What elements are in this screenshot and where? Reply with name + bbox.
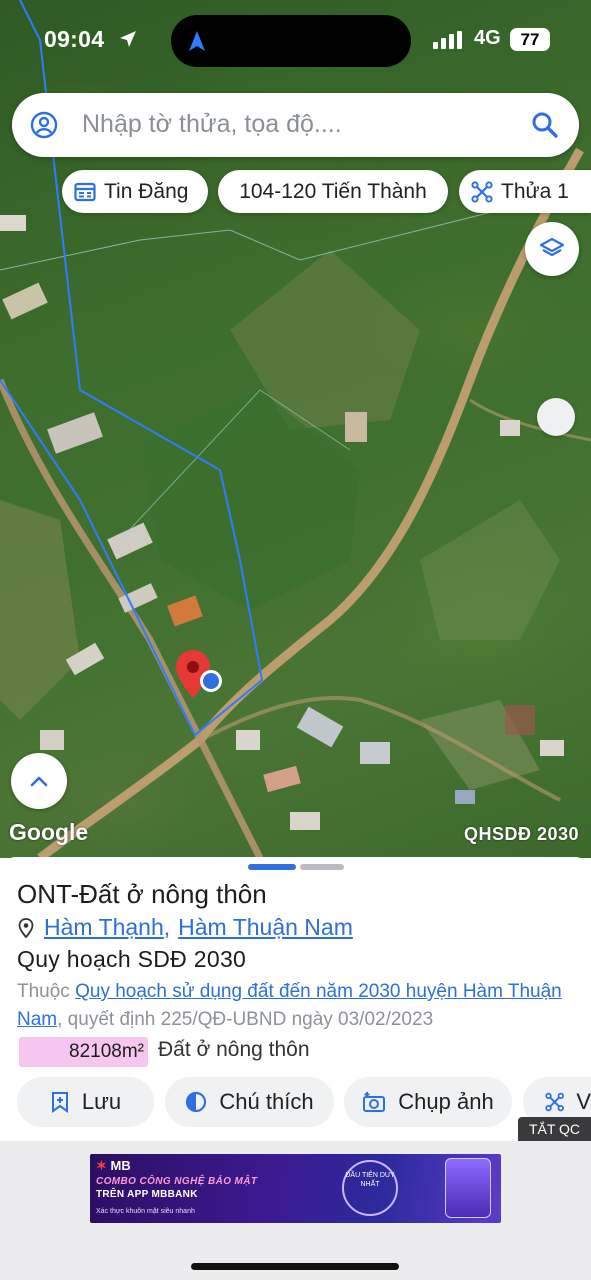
network-type: 4G — [474, 27, 501, 49]
dynamic-island — [171, 15, 411, 67]
status-time: 09:04 — [44, 26, 105, 52]
search-icon[interactable] — [531, 111, 559, 139]
google-attribution: Google — [9, 819, 89, 845]
district-link[interactable]: Hàm Thuận Nam — [178, 914, 353, 941]
location-services-icon — [120, 31, 136, 47]
capture-button-label: Chụp ảnh — [398, 1089, 494, 1114]
save-button[interactable]: Lưu — [17, 1077, 154, 1127]
ad-area: ✶ MB COMBO CÔNG NGHỆ BẢO MẬT TRÊN APP MB… — [0, 1141, 591, 1280]
expand-sheet-button[interactable] — [11, 753, 67, 809]
ad-seal: ĐẦU TIÊN DUY NHẤT — [342, 1160, 398, 1216]
chip-tin-dang-label: Tin Đăng — [104, 179, 189, 203]
land-use-title: ONT-Đất ở nông thôn — [17, 879, 267, 909]
chip-tin-dang[interactable]: Tin Đăng — [62, 170, 208, 213]
ad-headline: COMBO CÔNG NGHỆ BẢO MẬT — [96, 1176, 258, 1187]
ad-subheadline: TRÊN APP MBBANK — [96, 1189, 198, 1200]
camera-add-icon — [363, 1092, 386, 1112]
measure-button-label: V — [576, 1089, 591, 1114]
signal-strength-icon — [433, 31, 462, 49]
legend-button[interactable]: Chú thích — [165, 1077, 334, 1127]
plan-title: Quy hoạch SDĐ 2030 — [17, 946, 247, 972]
chevron-up-icon — [30, 776, 48, 787]
layers-icon — [539, 237, 565, 257]
navigation-arrow-icon — [189, 31, 205, 51]
battery-level: 77 — [510, 28, 550, 51]
listing-icon — [74, 182, 96, 201]
legend-button-label: Chú thích — [219, 1089, 314, 1114]
close-ads-button[interactable]: TẮT QC — [518, 1117, 591, 1141]
sheet-page-indicator-active[interactable] — [248, 864, 296, 870]
bookmark-add-icon — [51, 1092, 68, 1113]
shield-icon — [445, 1158, 491, 1218]
home-indicator[interactable] — [191, 1263, 399, 1270]
capture-button[interactable]: Chụp ảnh — [344, 1077, 512, 1127]
ad-brand: ✶ MB — [96, 1158, 131, 1173]
parcel-info-sheet: ONT-Đất ở nông thôn Hàm Thạnh , Hàm Thuậ… — [0, 857, 591, 1140]
search-bar[interactable]: Nhập tờ thửa, tọa độ.... — [12, 93, 579, 157]
sheet-page-indicator[interactable] — [300, 864, 344, 870]
account-icon[interactable] — [30, 111, 58, 139]
commune-link[interactable]: Hàm Thạnh — [44, 914, 164, 941]
area-badge: 82108m² — [19, 1037, 148, 1067]
ad-caption: Xác thực khuôn mặt siêu nhanh — [96, 1208, 195, 1215]
location-separator: , — [163, 914, 171, 940]
search-input[interactable]: Nhập tờ thửa, tọa độ.... — [82, 110, 342, 139]
parcel-measure-icon — [471, 180, 493, 203]
status-bar: 09:04 4G 77 — [0, 0, 591, 80]
map-control-button[interactable] — [537, 398, 575, 436]
location-marker-icon — [18, 917, 34, 938]
location-row: Hàm Thạnh , Hàm Thuận Nam — [18, 914, 353, 941]
chip-sheet-range[interactable]: 104-120 Tiến Thành — [218, 170, 448, 213]
measure-icon — [545, 1092, 564, 1112]
map-layers-button[interactable] — [525, 222, 579, 276]
chip-thua[interactable]: Thửa 1 — [459, 170, 591, 213]
chip-thua-label: Thửa 1 — [501, 179, 569, 203]
plan-desc-suffix: , quyết định 225/QĐ-UBND ngày 03/02/2023 — [57, 1009, 434, 1030]
contrast-icon — [186, 1091, 207, 1113]
save-button-label: Lưu — [81, 1089, 122, 1114]
area-land-type: Đất ở nông thôn — [158, 1038, 310, 1061]
chip-sheet-range-label: 104-120 Tiến Thành — [239, 179, 427, 203]
plan-desc-prefix: Thuộc — [17, 981, 76, 1002]
map-layer-label: QHSDĐ 2030 — [463, 824, 579, 844]
ad-banner[interactable]: ✶ MB COMBO CÔNG NGHỆ BẢO MẬT TRÊN APP MB… — [90, 1154, 501, 1223]
current-location-dot — [200, 670, 222, 692]
plan-description: Thuộc Quy hoạch sử dụng đất đến năm 2030… — [17, 978, 577, 1034]
